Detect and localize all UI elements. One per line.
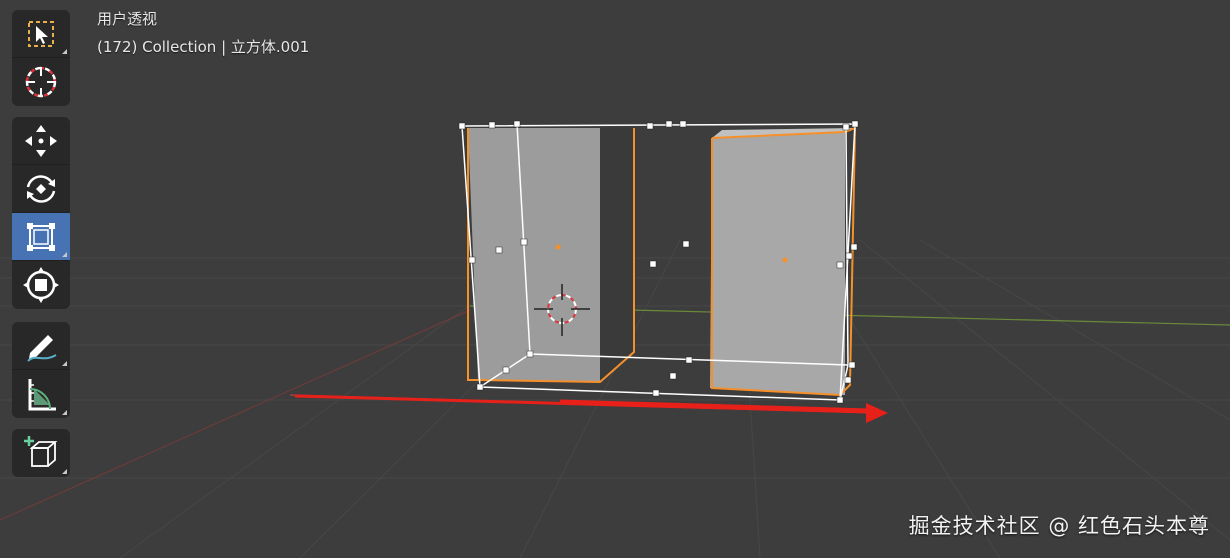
scale-cube-icon (27, 222, 55, 251)
left-block[interactable] (467, 128, 635, 384)
scale-tool[interactable] (12, 213, 70, 261)
measure-tool[interactable] (12, 370, 70, 418)
rotate-icon (26, 174, 56, 203)
ruler-icon (28, 379, 56, 411)
toolbar-group-add (12, 429, 70, 477)
select-box-icon (28, 20, 54, 47)
toolbar-group-annotate (12, 322, 70, 418)
view-name-label: 用户透视 (97, 10, 158, 28)
transform-icon (23, 267, 59, 303)
annotate-tool[interactable] (12, 322, 70, 370)
toolbar-group-select (12, 10, 70, 106)
move-arrows-icon (25, 124, 57, 157)
object-info-label: (172) Collection | 立方体.001 (97, 38, 310, 56)
right-block[interactable] (710, 126, 857, 397)
move-tool[interactable] (12, 117, 70, 165)
y-axis-ghost (0, 309, 471, 521)
watermark-text: 掘金技术社区 @ 红色石头本尊 (908, 514, 1210, 538)
transform-tool[interactable] (12, 261, 70, 309)
cursor-tool[interactable] (12, 58, 70, 106)
3d-viewport[interactable] (0, 0, 1230, 558)
select-box-tool[interactable] (12, 10, 70, 58)
rotate-tool[interactable] (12, 165, 70, 213)
add-cube-icon (24, 436, 58, 467)
add-cube-tool[interactable] (12, 429, 70, 477)
toolbar-group-transform (12, 117, 70, 309)
3d-cursor-icon (25, 66, 57, 98)
pencil-icon (27, 334, 57, 362)
